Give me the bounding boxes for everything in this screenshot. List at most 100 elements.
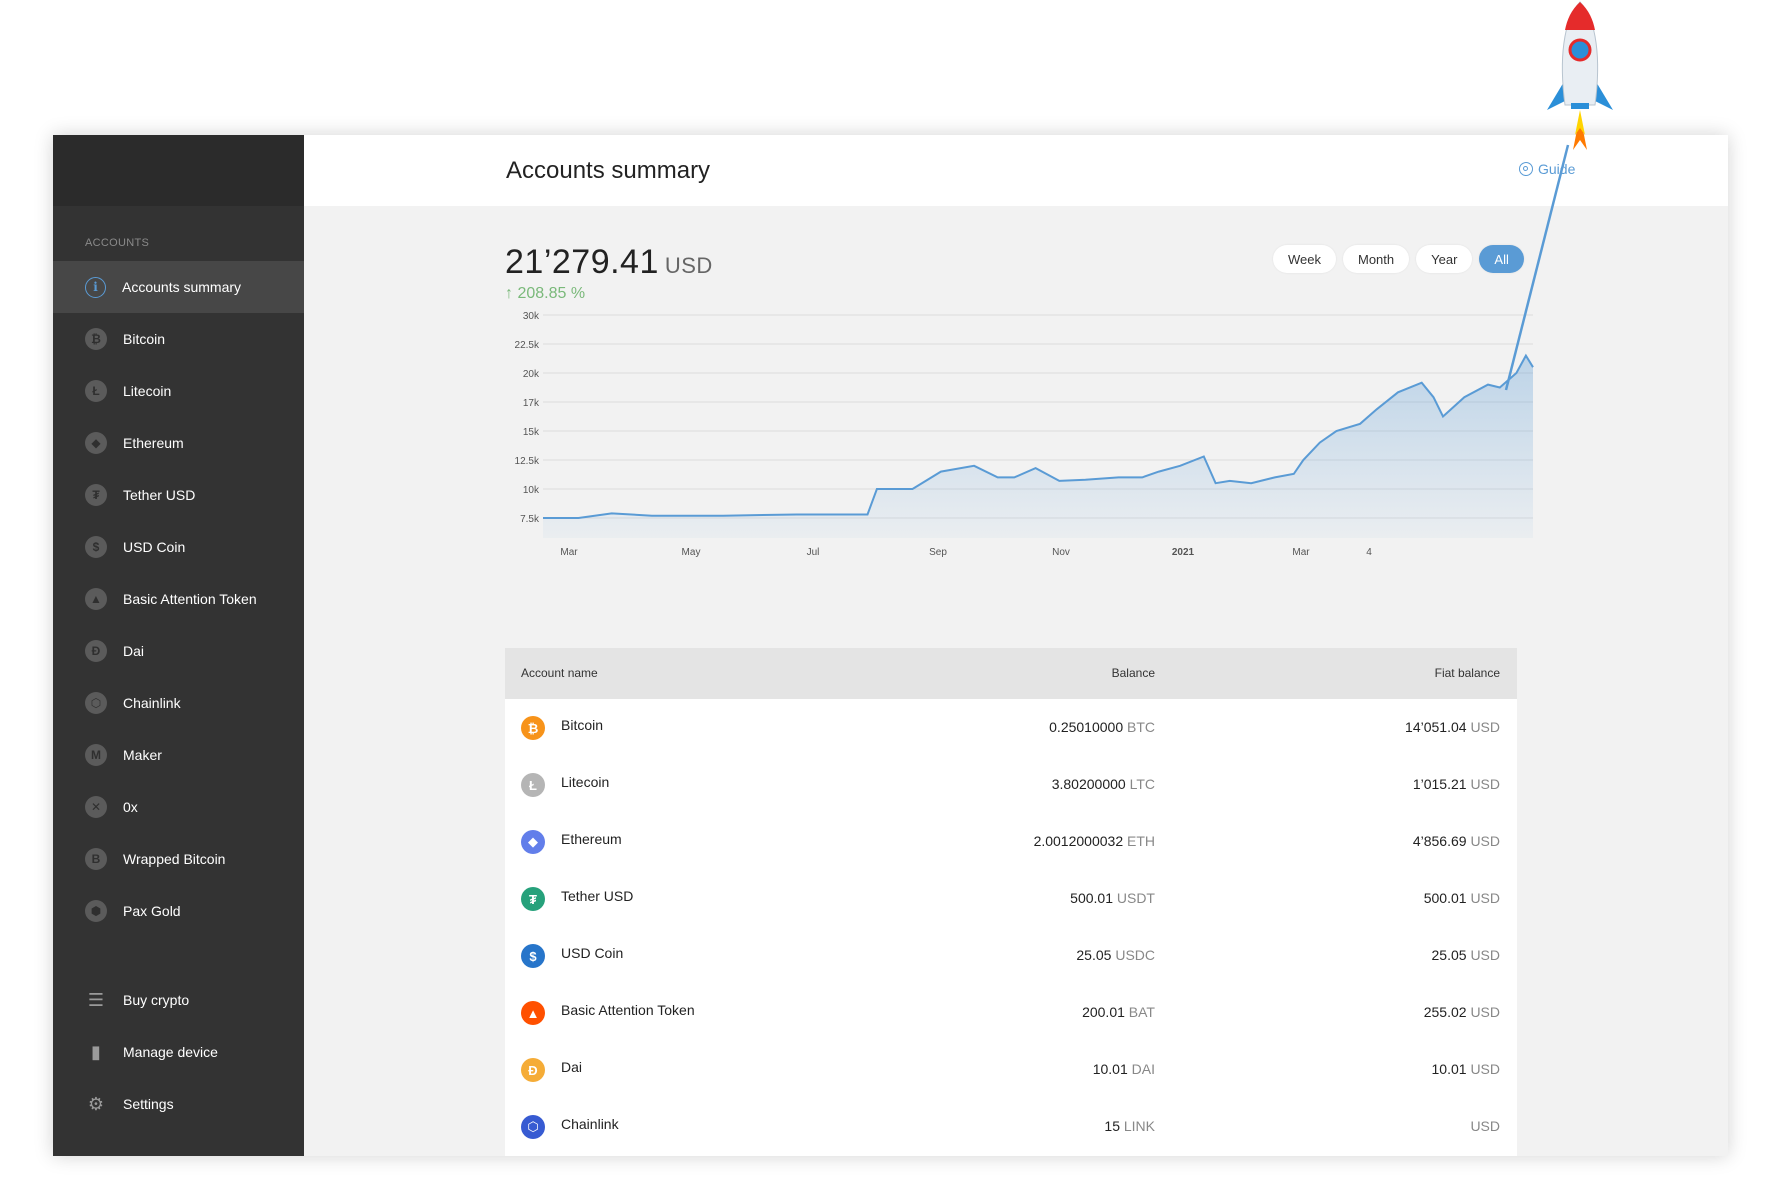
sidebar-item-ethereum[interactable]: ◆ Ethereum [53,417,304,469]
balance-currency: USD [664,253,713,278]
sidebar-item-settings[interactable]: ⚙ Settings [53,1078,304,1130]
account-balance: 2.0012000032 ETH [1034,833,1155,849]
pax-gold-icon: ⬢ [85,900,107,922]
y-tick-label: 20k [523,369,540,380]
sidebar-item-label: Dai [123,643,145,659]
range-button-week[interactable]: Week [1273,245,1336,273]
bottom-nav-list: ☰ Buy crypto ▮ Manage device ⚙ Settings [53,974,304,1130]
range-button-all[interactable]: All [1479,245,1524,273]
account-fiat-balance: 4’856.69 USD [1413,833,1500,849]
sidebar-item-wrapped-bitcoin[interactable]: B Wrapped Bitcoin [53,833,304,885]
accounts-table: Account name Balance Fiat balance ₿ Bitco… [505,648,1517,1156]
account-name: Litecoin [561,774,610,790]
chainlink-icon: ⬡ [521,1115,545,1139]
fiat-amount: 14’051.04 [1405,719,1467,735]
x-tick-label: Mar [1292,547,1310,558]
usd-coin-icon: $ [85,536,107,558]
account-fiat-balance: 10.01 USD [1432,1061,1501,1077]
fiat-unit: USD [1470,890,1500,906]
balance-unit: BAT [1128,1004,1155,1020]
table-row[interactable]: Ł Litecoin 3.80200000 LTC 1’015.21 USD [505,756,1517,813]
header-fiat-balance: Fiat balance [1434,666,1500,680]
sidebar-item-usd-coin[interactable]: $ USD Coin [53,521,304,573]
y-tick-label: 10k [523,485,540,496]
total-balance: 21’279.41 USD [505,243,713,282]
fiat-unit: USD [1470,833,1500,849]
sidebar-item-label: Manage device [123,1044,218,1060]
account-name: USD Coin [561,945,624,961]
sidebar-item-label: Wrapped Bitcoin [123,851,226,867]
balance-amount: 200.01 [1082,1004,1125,1020]
sidebar-item-0x[interactable]: ✕ 0x [53,781,304,833]
range-selector: Week Month Year All [1273,245,1524,273]
page-title: Accounts summary [506,157,711,184]
sidebar-item-accounts-summary[interactable]: i Accounts summary [53,261,304,313]
0x-icon: ✕ [85,796,107,818]
sidebar-item-chainlink[interactable]: ⬡ Chainlink [53,677,304,729]
balance-unit: LTC [1129,776,1155,792]
account-name: Tether USD [561,888,634,904]
table-row[interactable]: ₿ Bitcoin 0.25010000 BTC 14’051.04 USD [505,699,1517,756]
sidebar-item-label: USD Coin [123,539,186,555]
sidebar-item-basic-attention-token[interactable]: ▲ Basic Attention Token [53,573,304,625]
balance-chart: 30k 22.5k 20k 17k 15k 12.5k 10k 7.5k Mar May Jul Se… [515,311,1534,558]
range-button-year[interactable]: Year [1416,245,1473,273]
y-tick-label: 17k [523,398,540,409]
range-button-month[interactable]: Month [1343,245,1410,273]
balance-amount: 25.05 [1076,947,1112,963]
balance-amount: 0.25010000 [1049,719,1124,735]
table-row[interactable]: ▲ Basic Attention Token 200.01 BAT 255.02 U… [505,984,1517,1041]
usd-coin-icon: $ [521,944,545,968]
table-row[interactable]: $ USD Coin 25.05 USDC 25.05 USD [505,927,1517,984]
sidebar-item-pax-gold[interactable]: ⬢ Pax Gold [53,885,304,937]
fiat-unit: USD [1470,1004,1500,1020]
sidebar-item-manage-device[interactable]: ▮ Manage device [53,1026,304,1078]
y-tick-label: 7.5k [520,514,540,525]
gear-icon: ⚙ [87,1093,105,1114]
balance-value: 21’279.41 [505,243,659,281]
bat-icon: ▲ [85,588,107,610]
y-tick-label: 30k [523,311,540,322]
table-row[interactable]: ◆ Ethereum 2.0012000032 ETH 4’856.69 USD [505,813,1517,870]
litecoin-icon: Ł [85,380,107,402]
lifebuoy-icon [1519,162,1533,176]
balance-unit: DAI [1131,1061,1155,1077]
table-row[interactable]: ₮ Tether USD 500.01 USDT 500.01 USD [505,870,1517,927]
dai-icon: Ð [521,1058,545,1082]
table-header: Account name Balance Fiat balance [505,648,1517,699]
sidebar-item-litecoin[interactable]: Ł Litecoin [53,365,304,417]
fiat-unit: USD [1470,719,1500,735]
balance-amount: 15 [1104,1118,1120,1134]
table-row[interactable]: ⬡ Chainlink 15 LINK USD [505,1098,1517,1155]
maker-icon: M [85,744,107,766]
balance-area [543,355,1533,538]
info-icon: i [85,276,106,298]
balance-unit: ETH [1127,833,1155,849]
sidebar-item-bitcoin[interactable]: ₿ Bitcoin [53,313,304,365]
account-fiat-balance: 255.02 USD [1424,1004,1500,1020]
sidebar-item-buy-crypto[interactable]: ☰ Buy crypto [53,974,304,1026]
coins-icon: ☰ [87,989,105,1010]
x-tick-label: 2021 [1172,547,1195,558]
x-tick-label: 4 [1366,547,1372,558]
table-row[interactable]: Ð Dai 10.01 DAI 10.01 USD [505,1041,1517,1098]
account-balance: 3.80200000 LTC [1052,776,1155,792]
balance-unit: USDC [1115,947,1155,963]
sidebar-item-label: Litecoin [123,383,172,399]
fiat-amount: 25.05 [1431,947,1467,963]
balance-unit: BTC [1127,719,1155,735]
table-body: ₿ Bitcoin 0.25010000 BTC 14’051.04 USD Ł Lite… [505,699,1517,1155]
sidebar-item-label: Bitcoin [123,331,166,347]
fiat-amount: 255.02 [1423,1004,1467,1020]
sidebar-logo-area [53,135,304,206]
account-fiat-balance: 500.01 USD [1424,890,1500,906]
account-fiat-balance: USD [1470,1118,1500,1134]
sidebar-item-dai[interactable]: Ð Dai [53,625,304,677]
sidebar-item-label: Settings [123,1096,174,1112]
balance-amount: 3.80200000 [1051,776,1126,792]
sidebar-item-maker[interactable]: M Maker [53,729,304,781]
balance-amount: 10.01 [1092,1061,1128,1077]
guide-link[interactable]: Guide [1519,161,1575,177]
account-fiat-balance: 14’051.04 USD [1405,719,1500,735]
sidebar-item-tether-usd[interactable]: ₮ Tether USD [53,469,304,521]
